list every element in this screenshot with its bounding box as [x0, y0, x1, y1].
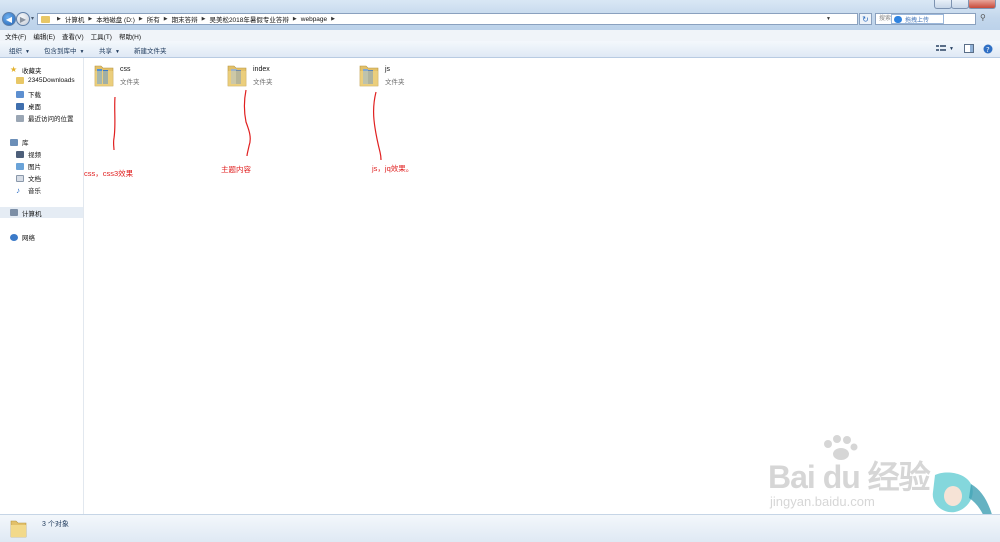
- folder-icon: [10, 520, 27, 538]
- status-bar: 3 个对象: [0, 514, 1000, 542]
- annotation-css: css，css3效果: [84, 169, 134, 178]
- annotation-line-js: [373, 91, 382, 161]
- annotation-line-css: [112, 96, 116, 151]
- item-count: 3 个对象: [42, 521, 69, 528]
- annotation-index: 主题内容: [221, 165, 251, 174]
- watermark-url: jingyan.baidu.com: [770, 494, 875, 509]
- annotation-js: js，jq效果。: [372, 164, 414, 173]
- annotation-line-index: [243, 89, 251, 157]
